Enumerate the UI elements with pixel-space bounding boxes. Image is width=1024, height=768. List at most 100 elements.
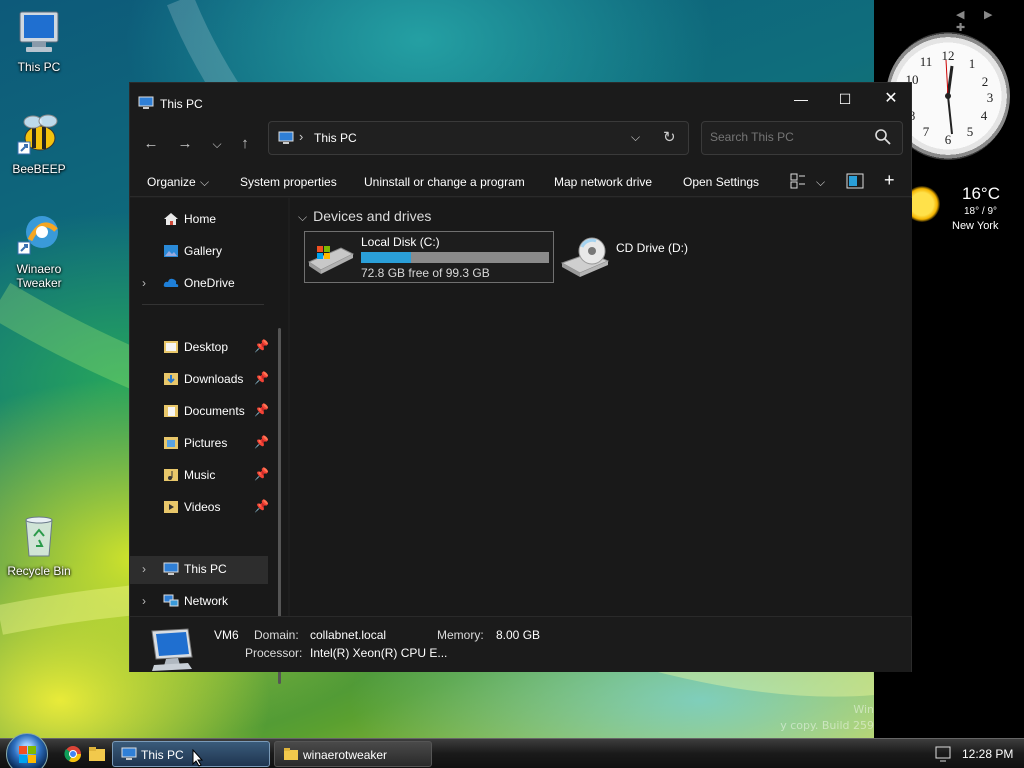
computer-icon [148, 627, 198, 674]
svg-text:4: 4 [981, 108, 988, 123]
weather-city: New York [952, 220, 999, 232]
svg-text:11: 11 [920, 54, 933, 69]
domain-label: Domain: [254, 628, 299, 642]
taskbar-clock[interactable]: 12:28 PM [962, 747, 1013, 761]
back-arrow-icon[interactable]: ← [140, 135, 162, 152]
svg-text:2: 2 [982, 74, 989, 89]
pin-icon[interactable]: 📌 [254, 371, 269, 385]
minimize-button[interactable]: — [778, 87, 824, 113]
search-box[interactable] [701, 121, 903, 155]
pin-icon[interactable]: 📌 [254, 435, 269, 449]
svg-text:12: 12 [942, 48, 955, 63]
os-watermark: Win y copy. Build 259 [780, 702, 874, 734]
memory-label: Memory: [437, 628, 484, 642]
address-dropdown-chevron-icon[interactable]: ⌵ [631, 130, 640, 145]
expand-chevron-icon[interactable]: › [142, 276, 146, 290]
desktop-icon-label: BeeBEEP [12, 162, 66, 176]
breadcrumb-location[interactable]: This PC [314, 131, 357, 145]
nav-item-downloads[interactable]: Downloads 📌 [130, 366, 270, 394]
desktop-icon-this-pc[interactable]: This PC [2, 10, 76, 74]
nav-item-network[interactable]: › Network [130, 588, 270, 616]
pin-icon[interactable]: 📌 [254, 499, 269, 513]
svg-text:3: 3 [987, 90, 994, 105]
organize-button[interactable]: Organize [147, 175, 196, 189]
processor-label: Processor: [245, 646, 303, 660]
close-button[interactable]: ✕ [868, 87, 914, 113]
svg-text:1: 1 [969, 56, 976, 71]
search-icon[interactable] [874, 128, 892, 149]
nav-item-gallery[interactable]: Gallery [130, 238, 270, 266]
title-bar[interactable]: This PC — ☐ ✕ [130, 83, 911, 123]
maximize-button[interactable]: ☐ [822, 87, 868, 113]
view-chevron-icon[interactable]: ⌵ [816, 175, 825, 190]
taskbar-button-winaerotweaker[interactable]: winaerotweaker [274, 741, 432, 767]
expand-chevron-icon[interactable]: › [142, 562, 146, 576]
collapse-chevron-icon[interactable]: ⌵ [298, 210, 307, 224]
pin-icon[interactable]: 📌 [254, 403, 269, 417]
add-icon[interactable]: + [884, 170, 895, 191]
nav-item-music[interactable]: Music 📌 [130, 462, 270, 490]
file-explorer-icon[interactable] [88, 746, 106, 765]
start-button[interactable] [6, 733, 48, 768]
domain-value: collabnet.local [310, 628, 387, 642]
drive-local-disk-c[interactable]: Local Disk (C:) 72.8 GB free of 99.3 GB [304, 231, 554, 283]
expand-chevron-icon[interactable]: › [142, 594, 146, 608]
nav-item-home[interactable]: Home [130, 206, 270, 234]
action-center-icon[interactable] [934, 745, 952, 766]
weather-gadget[interactable]: 16°C 18° / 9° New York [904, 182, 1010, 238]
details-pane-toggle-icon[interactable] [846, 173, 864, 192]
desktop-icon-recycle-bin[interactable]: Recycle Bin [2, 514, 76, 578]
search-input[interactable] [710, 130, 870, 144]
gadget-controls[interactable]: ◀ ▶ ✚ [956, 8, 1024, 34]
videos-folder-icon [163, 500, 179, 514]
nav-item-onedrive[interactable]: › OneDrive [130, 270, 270, 298]
nav-item-pictures[interactable]: Pictures 📌 [130, 430, 270, 458]
system-properties-button[interactable]: System properties [240, 175, 337, 189]
desktop-icon-label: Recycle Bin [7, 564, 71, 578]
pictures-folder-icon [163, 436, 179, 450]
explorer-window: This PC — ☐ ✕ ← → ⌵ ↑ › This PC ⌵ ↻ Orga… [129, 82, 912, 684]
nav-item-this-pc[interactable]: › This PC [130, 556, 268, 584]
command-bar: Organize ⌵ System properties Uninstall o… [130, 167, 911, 197]
weather-range: 18° / 9° [964, 206, 998, 217]
navigation-pane: Home Gallery › OneDrive Desktop 📌 Downlo… [130, 198, 288, 684]
svg-text:7: 7 [923, 124, 930, 139]
nav-item-desktop[interactable]: Desktop 📌 [130, 334, 270, 362]
drive-free-space: 72.8 GB free of 99.3 GB [361, 266, 490, 280]
memory-value: 8.00 GB [496, 628, 541, 642]
drive-name: Local Disk (C:) [361, 235, 440, 249]
drive-usage-bar [361, 252, 549, 263]
recycle-bin-icon [16, 514, 62, 560]
uninstall-program-button[interactable]: Uninstall or change a program [364, 175, 525, 189]
organize-chevron-icon[interactable]: ⌵ [200, 175, 209, 190]
nav-item-documents[interactable]: Documents 📌 [130, 398, 270, 426]
processor-value: Intel(R) Xeon(R) CPU E... [310, 646, 448, 660]
network-icon [163, 594, 179, 608]
desktop-icon-winaero-tweaker[interactable]: Winaero Tweaker [2, 212, 76, 290]
hard-drive-icon [307, 240, 355, 279]
pin-icon[interactable]: 📌 [254, 339, 269, 353]
drive-cd-drive-d[interactable]: CD Drive (D:) [560, 231, 700, 283]
recent-locations-chevron-icon[interactable]: ⌵ [206, 137, 228, 152]
mouse-cursor-icon [192, 748, 204, 768]
view-options-icon[interactable] [790, 173, 806, 192]
nav-item-videos[interactable]: Videos 📌 [130, 494, 270, 522]
chrome-icon[interactable] [64, 745, 82, 766]
forward-arrow-icon[interactable]: → [174, 135, 196, 152]
pin-icon[interactable]: 📌 [254, 467, 269, 481]
up-arrow-icon[interactable]: ↑ [234, 135, 256, 152]
desktop-icon-beebeep[interactable]: BeeBEEP [2, 112, 76, 176]
desktop-icon-label: This PC [17, 60, 61, 74]
group-header-devices-and-drives[interactable]: ⌵ Devices and drives [298, 208, 431, 225]
taskbar-button-this-pc[interactable]: This PC [112, 741, 270, 767]
content-area: ⌵ Devices and drives Local Disk (C:) 72.8… [290, 198, 912, 616]
gallery-icon [163, 244, 179, 258]
this-pc-icon [121, 747, 137, 764]
svg-text:5: 5 [967, 124, 974, 139]
map-network-drive-button[interactable]: Map network drive [554, 175, 652, 189]
refresh-icon[interactable]: ↻ [663, 128, 676, 146]
taskbar: This PC winaerotweaker 12:28 PM [0, 733, 1024, 768]
address-bar[interactable]: › This PC ⌵ ↻ [268, 121, 689, 155]
open-settings-button[interactable]: Open Settings [683, 175, 759, 189]
computer-name: VM6 [214, 628, 239, 642]
